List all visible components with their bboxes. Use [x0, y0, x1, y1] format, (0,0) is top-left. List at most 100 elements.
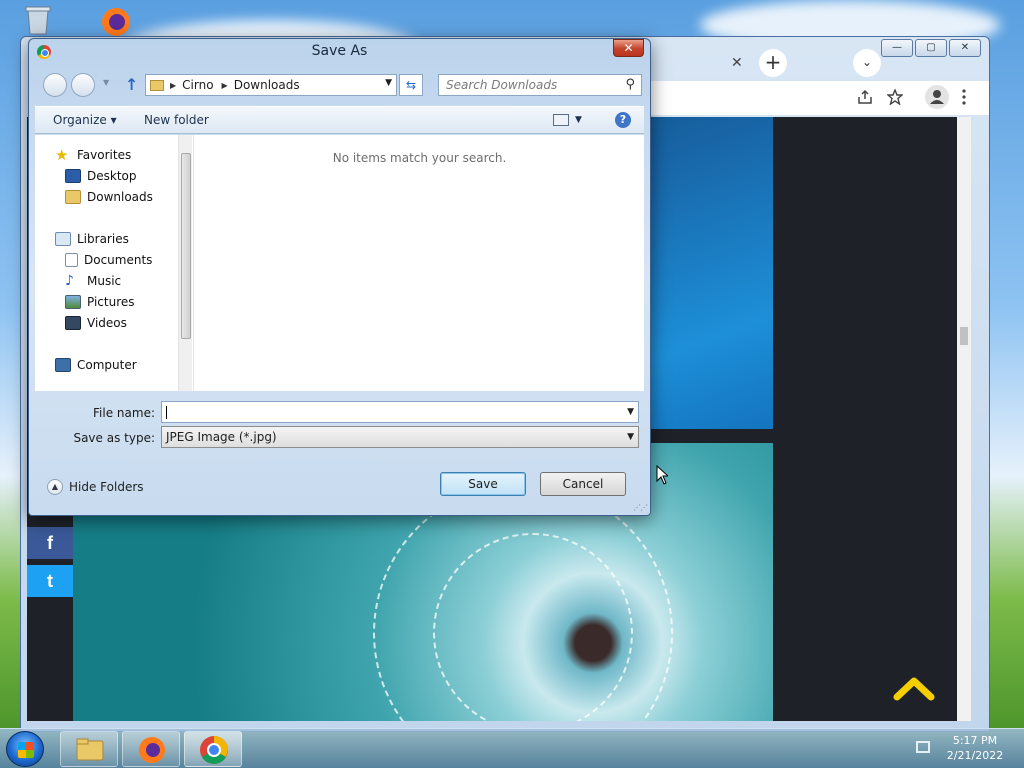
save-as-type-select[interactable]: JPEG Image (*.jpg) ▼ [161, 426, 639, 448]
breadcrumb-separator-icon[interactable]: ▶ [222, 81, 228, 90]
recent-pages-dropdown-icon[interactable]: ▼ [103, 78, 109, 87]
organize-menu[interactable]: Organize ▾ [53, 113, 117, 127]
breadcrumb-separator-icon[interactable]: ▶ [170, 81, 176, 90]
text-caret [166, 406, 167, 419]
facebook-share-button[interactable]: f [27, 527, 73, 559]
forward-button[interactable] [71, 73, 95, 97]
nav-label: Videos [87, 316, 127, 330]
taskbar-chrome-button[interactable] [184, 731, 242, 767]
nav-label: Documents [84, 253, 153, 267]
nav-label: Music [87, 274, 122, 288]
nav-item-music[interactable]: ♪ Music [65, 271, 121, 291]
folder-icon [76, 738, 104, 761]
nav-item-pictures[interactable]: Pictures [65, 292, 135, 312]
change-view-icon[interactable] [553, 114, 569, 126]
clock-time: 5:17 PM [952, 734, 998, 747]
clock-date: 2/21/2022 [946, 749, 1004, 762]
refresh-button[interactable]: ⇆ [399, 74, 423, 96]
windows-logo-icon [18, 742, 34, 758]
start-button[interactable] [6, 731, 44, 767]
chevron-up-icon: ▲ [47, 479, 63, 495]
twitter-share-button[interactable]: t [27, 565, 73, 597]
libraries-icon [55, 232, 71, 246]
pictures-icon [65, 295, 81, 309]
nav-item-documents[interactable]: Documents [65, 250, 152, 270]
search-input[interactable]: Search Downloads ⚲ [438, 74, 642, 96]
nav-item-favorites[interactable]: ★ Favorites [55, 145, 131, 165]
search-icon[interactable]: ⚲ [625, 75, 635, 95]
save-as-dialog: Save As ✕ ▼ ↑ ▶ Cirno ▶ Downloads ▼ ⇆ Se… [28, 38, 651, 516]
firefox-desktop-icon[interactable] [96, 4, 136, 40]
menu-kebab-icon[interactable] [961, 89, 967, 109]
network-tray-icon[interactable] [916, 741, 930, 753]
taskbar: 5:17 PM 2/21/2022 [0, 728, 1024, 768]
navigation-row: ▼ ↑ ▶ Cirno ▶ Downloads ▼ ⇆ Search Downl… [43, 73, 643, 99]
navigation-pane: ★ Favorites Desktop Downloads Libraries … [35, 135, 193, 391]
page-vertical-scrollbar[interactable] [957, 117, 971, 721]
nav-label: Libraries [77, 232, 129, 246]
bookmark-star-icon[interactable] [886, 88, 904, 109]
nav-item-downloads[interactable]: Downloads [65, 187, 153, 207]
nav-label: Favorites [77, 148, 132, 162]
hide-folders-toggle[interactable]: ▲ Hide Folders [47, 479, 144, 495]
back-button[interactable] [43, 73, 67, 97]
folder-icon [150, 79, 164, 91]
nav-item-desktop[interactable]: Desktop [65, 166, 137, 186]
save-button[interactable]: Save [440, 472, 526, 496]
taskbar-explorer-button[interactable] [60, 731, 118, 767]
taskbar-firefox-button[interactable] [122, 731, 180, 767]
tab-close-icon[interactable]: ✕ [731, 55, 743, 71]
dialog-close-button[interactable]: ✕ [613, 39, 644, 57]
system-clock[interactable]: 5:17 PM 2/21/2022 [940, 733, 1010, 763]
recycle-bin-icon[interactable] [20, 4, 60, 40]
address-dropdown-icon[interactable]: ▼ [385, 78, 392, 88]
nav-label: Pictures [87, 295, 135, 309]
nav-item-libraries[interactable]: Libraries [55, 229, 129, 249]
profile-avatar-icon[interactable] [925, 85, 949, 113]
breadcrumb-item-cirno[interactable]: Cirno [182, 78, 213, 92]
breadcrumb-item-downloads[interactable]: Downloads [234, 78, 300, 92]
dialog-title: Save As [311, 43, 368, 59]
tab-search-button[interactable]: ⌄ [853, 49, 881, 77]
file-name-label: File name: [93, 406, 155, 420]
nav-label: Downloads [87, 190, 153, 204]
save-as-type-dropdown-icon[interactable]: ▼ [627, 427, 634, 447]
downloads-folder-icon [65, 190, 81, 204]
computer-icon [55, 358, 71, 372]
music-note-icon: ♪ [65, 273, 74, 289]
up-arrow-icon[interactable]: ↑ [125, 75, 138, 94]
desktop-icon [65, 169, 81, 183]
scrollbar-thumb[interactable] [960, 327, 968, 345]
tab-strip: ✕ + ⌄ [641, 45, 981, 79]
share-icon[interactable] [857, 89, 873, 109]
star-icon: ★ [55, 146, 69, 164]
nav-item-videos[interactable]: Videos [65, 313, 127, 333]
command-bar: Organize ▾ New folder ▼ ? [35, 106, 644, 134]
navigation-scrollbar[interactable] [178, 135, 192, 391]
documents-icon [65, 253, 78, 267]
mouse-cursor-icon [656, 465, 668, 485]
save-as-type-label: Save as type: [73, 431, 155, 445]
nav-label: Computer [77, 358, 137, 372]
videos-icon [65, 316, 81, 330]
empty-state-message: No items match your search. [332, 151, 507, 165]
resize-grip-icon[interactable]: ⋰⋰ [633, 503, 648, 512]
navigation-scrollbar-thumb[interactable] [181, 153, 191, 339]
search-placeholder: Search Downloads [446, 78, 558, 92]
scroll-to-top-chevron-icon[interactable] [893, 673, 935, 703]
save-as-type-value: JPEG Image (*.jpg) [166, 430, 277, 444]
chrome-icon [200, 736, 228, 764]
nav-item-computer[interactable]: Computer [55, 355, 137, 375]
new-tab-button[interactable]: + [759, 49, 787, 77]
file-name-dropdown-icon[interactable]: ▼ [627, 402, 634, 422]
cancel-button[interactable]: Cancel [540, 472, 626, 496]
address-bar[interactable]: ▶ Cirno ▶ Downloads ▼ [145, 74, 397, 96]
file-name-input[interactable]: ▼ [161, 401, 639, 423]
nav-label: Desktop [87, 169, 137, 183]
view-dropdown-icon[interactable]: ▼ [575, 115, 582, 125]
new-folder-button[interactable]: New folder [144, 113, 209, 127]
dialog-body: ★ Favorites Desktop Downloads Libraries … [35, 135, 644, 391]
browser-toolbar [631, 81, 989, 115]
file-list-pane[interactable]: No items match your search. [193, 135, 644, 391]
help-icon[interactable]: ? [615, 112, 631, 128]
